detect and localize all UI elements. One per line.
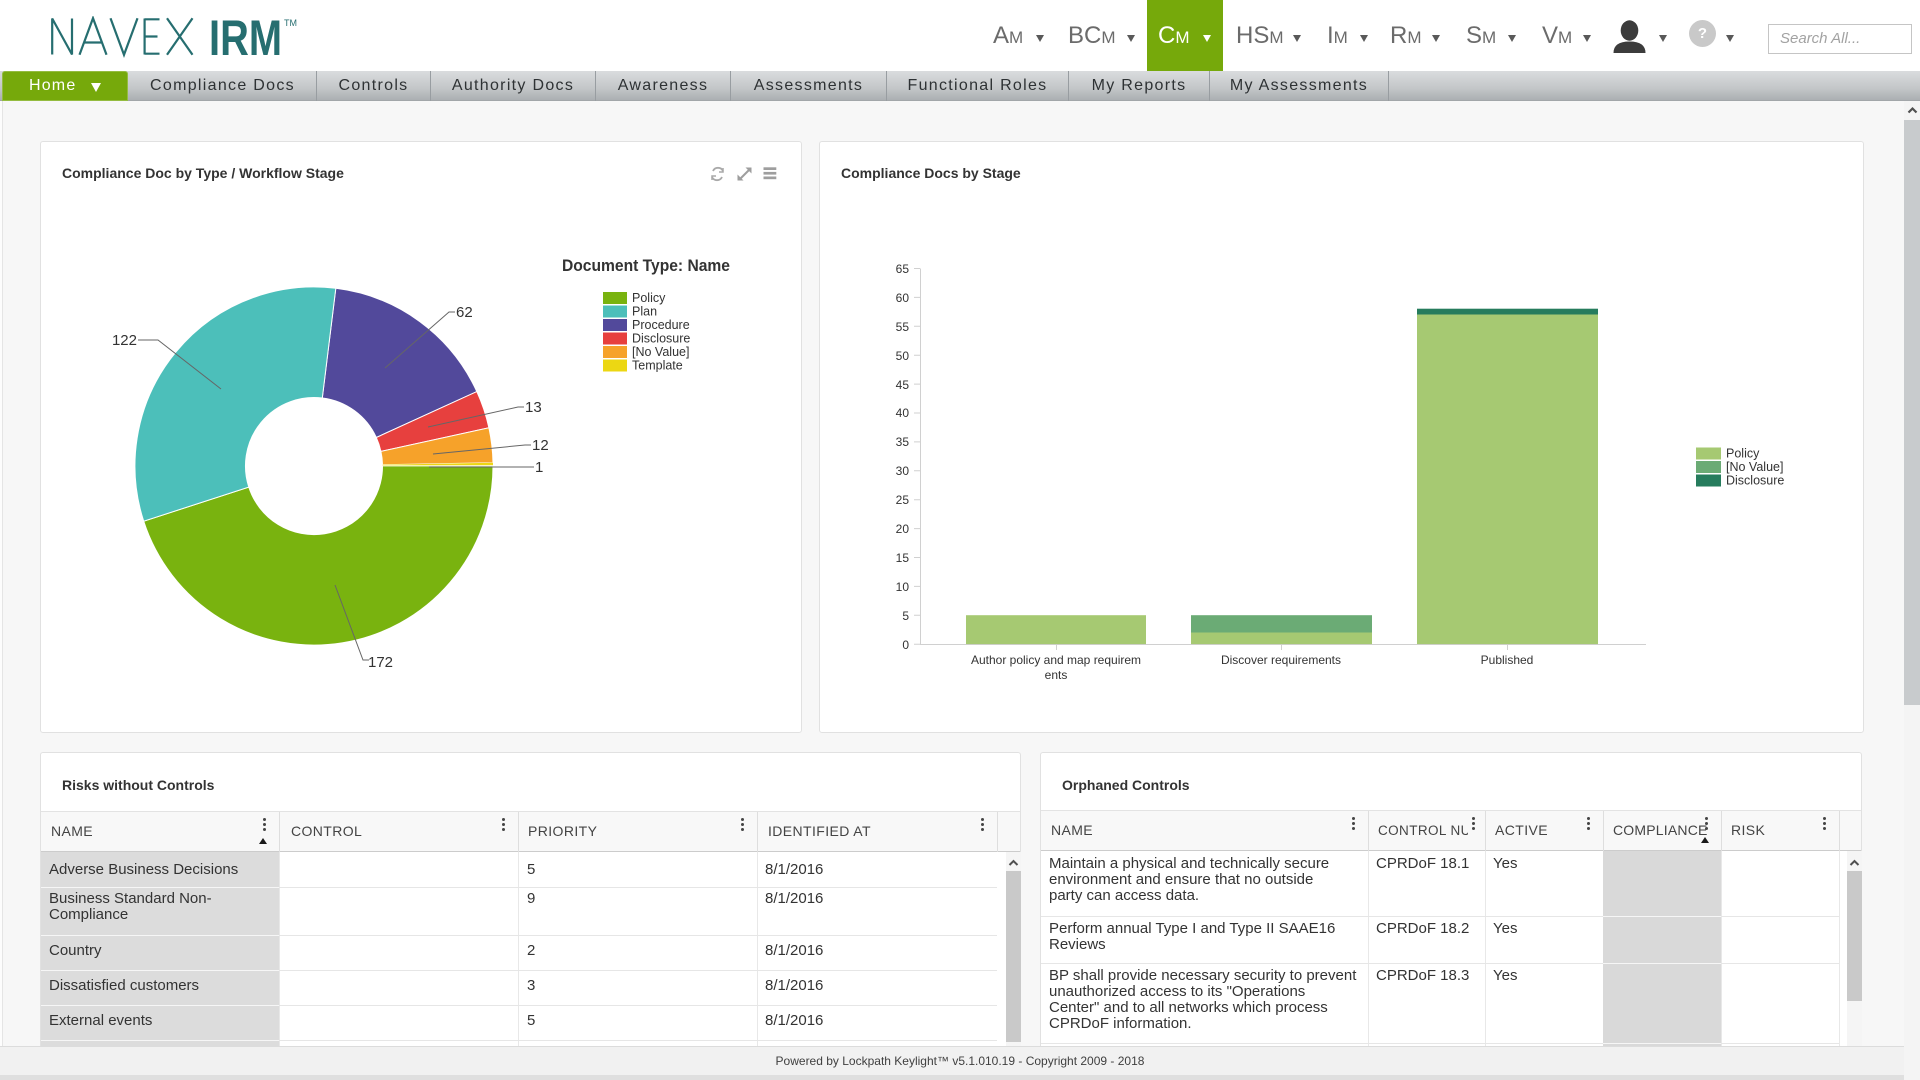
svg-text:Document Type: Name: Document Type: Name [562,256,730,275]
svg-text:10: 10 [896,580,910,594]
svg-text:15: 15 [896,551,910,565]
svg-text:TM: TM [284,18,297,28]
svg-text:Procedure: Procedure [632,318,690,332]
svg-text:0: 0 [902,638,909,652]
svg-text:ents: ents [1045,668,1068,682]
svg-text:12: 12 [532,437,549,454]
svg-text:55: 55 [896,320,910,334]
svg-text:Disclosure: Disclosure [1726,474,1784,488]
svg-text:Plan: Plan [632,305,657,319]
svg-text:13: 13 [525,399,542,416]
svg-text:IRM: IRM [209,16,282,58]
svg-text:20: 20 [896,522,910,536]
svg-text:5: 5 [902,609,909,623]
svg-text:65: 65 [896,262,910,276]
svg-text:62: 62 [456,304,473,321]
svg-text:35: 35 [896,435,910,449]
svg-text:[No Value]: [No Value] [632,345,689,359]
svg-text:Author policy and map requirem: Author policy and map requirem [971,653,1141,667]
svg-text:172: 172 [368,654,393,671]
svg-text:45: 45 [896,378,910,392]
svg-text:Policy: Policy [1726,447,1760,461]
svg-text:Discover requirements: Discover requirements [1221,653,1341,667]
svg-text:40: 40 [896,406,910,420]
svg-text:[No Value]: [No Value] [1726,460,1783,474]
svg-text:Policy: Policy [632,291,666,305]
svg-text:50: 50 [896,349,910,363]
svg-text:Template: Template [632,359,683,373]
svg-text:Disclosure: Disclosure [632,332,690,346]
svg-text:60: 60 [896,291,910,305]
svg-text:30: 30 [896,464,910,478]
svg-text:1: 1 [535,459,543,476]
svg-text:Published: Published [1481,653,1534,667]
svg-text:25: 25 [896,493,910,507]
svg-text:122: 122 [112,332,137,349]
